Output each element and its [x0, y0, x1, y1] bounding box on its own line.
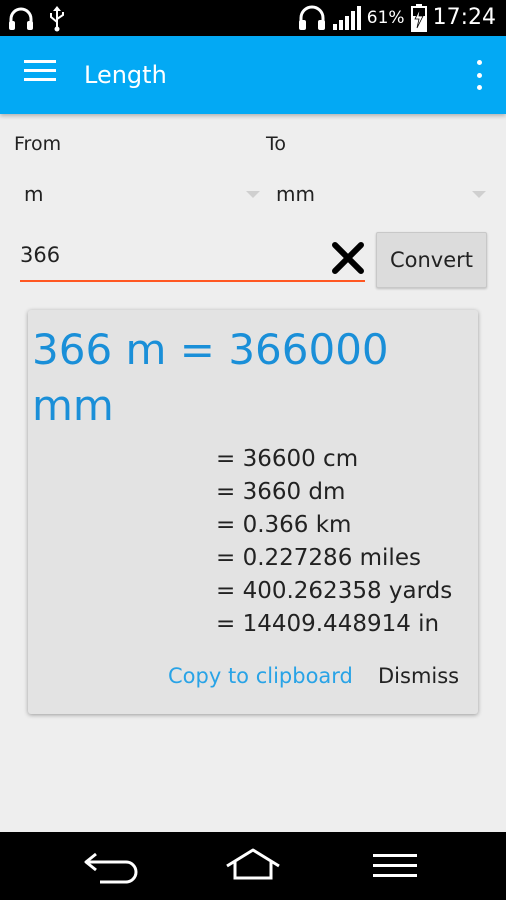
- main-result: 366 m = 366000 mm: [32, 325, 389, 430]
- page-title: Length: [84, 61, 167, 89]
- clock: 17:24: [432, 5, 496, 30]
- signal-icon: [332, 6, 361, 30]
- headset-icon: [298, 5, 325, 30]
- overflow-icon[interactable]: [474, 60, 484, 90]
- convert-button[interactable]: Convert: [376, 232, 487, 288]
- battery-charging-icon: [410, 4, 427, 32]
- conversion-line: = 3660 dm: [216, 479, 346, 505]
- from-unit-dropdown[interactable]: m: [14, 174, 260, 214]
- headphones-icon: [9, 7, 33, 30]
- conversion-list: = 36600 cm = 3660 dm = 0.366 km = 0.2272…: [216, 443, 452, 641]
- to-label: To: [266, 133, 287, 155]
- conversion-line: = 14409.448914 in: [216, 611, 440, 637]
- menu-lines-icon[interactable]: [365, 846, 425, 886]
- from-label: From: [14, 133, 62, 155]
- app-bar: Length: [0, 36, 506, 114]
- home-icon[interactable]: [223, 846, 283, 886]
- dropdown-arrow-icon: [246, 191, 260, 198]
- conversion-line: = 400.262358 yards: [216, 578, 453, 604]
- status-bar: 61% 17:24: [0, 0, 506, 36]
- from-unit-value: m: [24, 182, 44, 206]
- status-right-icons: 61% 17:24: [297, 4, 496, 32]
- back-icon[interactable]: [82, 846, 142, 886]
- copy-to-clipboard-button[interactable]: Copy to clipboard: [168, 664, 353, 688]
- battery-percent: 61%: [366, 8, 405, 28]
- to-unit-dropdown[interactable]: mm: [266, 174, 486, 214]
- value-input[interactable]: [20, 236, 365, 282]
- usb-icon: [50, 6, 64, 32]
- to-unit-value: mm: [276, 182, 315, 206]
- navigation-bar: [0, 832, 506, 900]
- menu-icon[interactable]: [24, 60, 56, 90]
- dismiss-button[interactable]: Dismiss: [378, 664, 459, 688]
- conversion-line: = 0.227286 miles: [216, 545, 421, 571]
- dropdown-arrow-icon: [472, 191, 486, 198]
- conversion-line: = 0.366 km: [216, 512, 352, 538]
- status-left-icons: [8, 6, 66, 32]
- result-card: 366 m = 366000 mm = 36600 cm = 3660 dm =…: [28, 310, 478, 714]
- clear-icon[interactable]: [330, 240, 366, 276]
- conversion-line: = 36600 cm: [216, 446, 359, 472]
